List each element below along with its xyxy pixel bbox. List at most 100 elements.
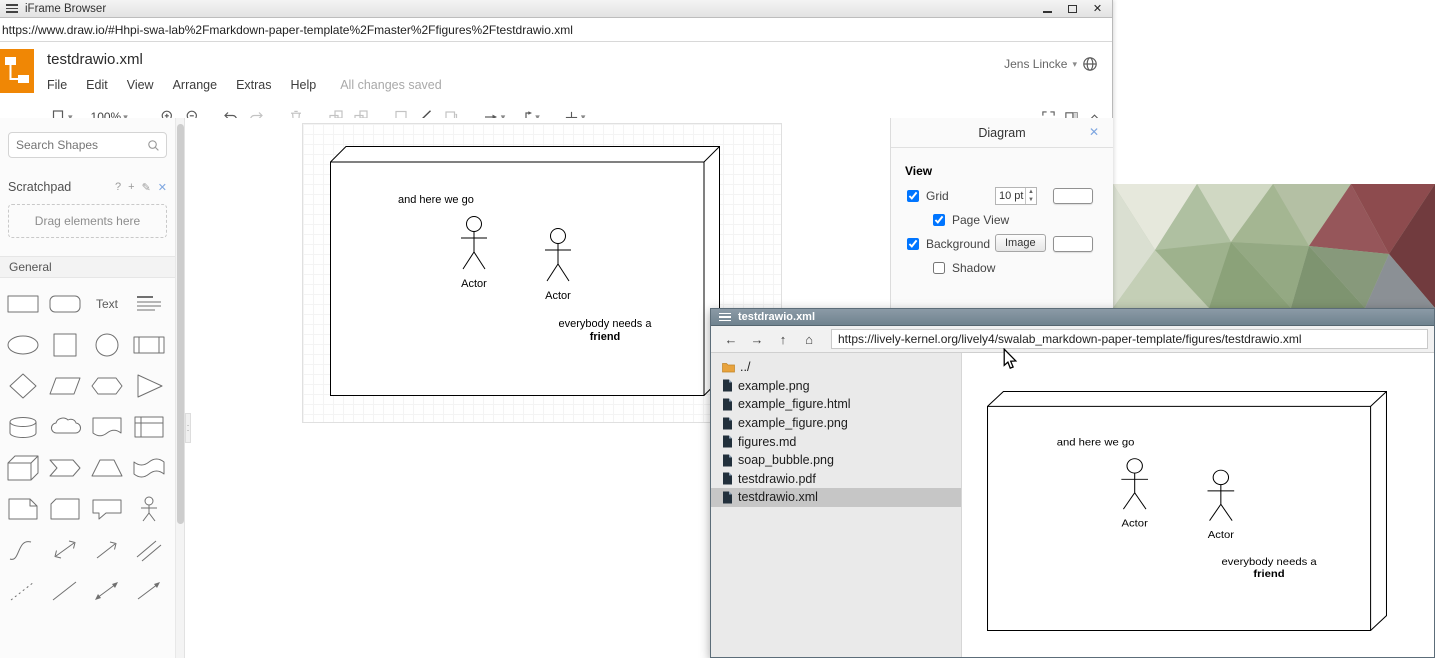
- shape-actor[interactable]: [128, 488, 170, 529]
- hamburger-menu-icon[interactable]: [6, 4, 18, 13]
- file-list-parent-dir[interactable]: ../: [711, 358, 961, 377]
- shape-parallelogram[interactable]: [44, 365, 86, 406]
- sidebar-scrollbar[interactable]: [176, 118, 185, 658]
- shape-internal-storage[interactable]: [128, 406, 170, 447]
- shape-trapezoid[interactable]: [86, 447, 128, 488]
- image-button[interactable]: Image: [995, 234, 1046, 252]
- shape-square[interactable]: [44, 324, 86, 365]
- file-address-input[interactable]: [831, 329, 1428, 349]
- file-list-item[interactable]: soap_bubble.png: [711, 451, 961, 470]
- cylinder-icon: [3, 410, 43, 444]
- shape-callout[interactable]: [86, 488, 128, 529]
- forward-button[interactable]: →: [745, 328, 769, 350]
- menu-help[interactable]: Help: [291, 78, 317, 92]
- menu-extras[interactable]: Extras: [236, 78, 271, 92]
- help-icon[interactable]: ?: [115, 181, 121, 194]
- grid-size-stepper[interactable]: 10 pt ▲ ▼: [995, 187, 1037, 205]
- section-general-label: General: [9, 260, 52, 274]
- scratchpad-dropzone[interactable]: Drag elements here: [8, 204, 167, 238]
- close-button[interactable]: ✕: [1085, 0, 1110, 18]
- shape-diamond[interactable]: [2, 365, 44, 406]
- shape-dashed-line[interactable]: [2, 570, 44, 611]
- minimize-button[interactable]: [1035, 0, 1060, 18]
- grid-color-swatch[interactable]: [1053, 188, 1093, 204]
- hamburger-menu-icon[interactable]: [719, 313, 731, 322]
- menu-arrange[interactable]: Arrange: [173, 78, 217, 92]
- back-button[interactable]: ←: [719, 328, 743, 350]
- tab-diagram[interactable]: Diagram: [978, 126, 1025, 140]
- shape-rounded-rectangle[interactable]: [44, 283, 86, 324]
- menu-file[interactable]: File: [47, 78, 67, 92]
- shape-tape[interactable]: [128, 447, 170, 488]
- shape-cloud[interactable]: [44, 406, 86, 447]
- grid-checkbox[interactable]: [907, 190, 919, 202]
- shape-hexagon[interactable]: [86, 365, 128, 406]
- actor-label[interactable]: Actor: [545, 290, 571, 302]
- spinner-down-icon[interactable]: ▼: [1026, 196, 1036, 204]
- sidebar-splitter[interactable]: ⁚: [185, 413, 191, 443]
- shapes-sidebar: Scratchpad ? + ✎ ✕ Drag elements here Ge…: [0, 118, 176, 658]
- file-list-item[interactable]: example.png: [711, 377, 961, 396]
- figure-caption-bottom-2[interactable]: friend: [590, 331, 621, 343]
- diagram-figure[interactable]: and here we go Actor: [330, 146, 720, 396]
- home-button[interactable]: ⌂: [797, 328, 821, 350]
- search-icon[interactable]: [147, 139, 160, 152]
- shape-ellipse[interactable]: [2, 324, 44, 365]
- shape-link[interactable]: [128, 529, 170, 570]
- user-menu[interactable]: Jens Lincke ▾: [1004, 56, 1098, 72]
- shape-bidirectional-connector[interactable]: [86, 570, 128, 611]
- file-list-item[interactable]: testdrawio.pdf: [711, 470, 961, 489]
- spinner-up-icon[interactable]: ▲: [1026, 188, 1036, 196]
- background-checkbox[interactable]: [907, 238, 919, 250]
- maximize-button[interactable]: [1060, 0, 1085, 18]
- cube-shape[interactable]: [331, 147, 720, 396]
- shape-circle[interactable]: [86, 324, 128, 365]
- file-list-item[interactable]: example_figure.html: [711, 395, 961, 414]
- close-icon[interactable]: ✕: [1089, 125, 1099, 139]
- page-view-checkbox[interactable]: [933, 214, 945, 226]
- shape-triangle[interactable]: [128, 365, 170, 406]
- minimize-icon: [1043, 11, 1052, 13]
- section-general[interactable]: General: [0, 256, 175, 278]
- shape-rectangle[interactable]: [2, 283, 44, 324]
- shadow-checkbox[interactable]: [933, 262, 945, 274]
- menu-view[interactable]: View: [127, 78, 154, 92]
- file-list-item[interactable]: figures.md: [711, 432, 961, 451]
- shape-directional-connector[interactable]: [128, 570, 170, 611]
- up-button[interactable]: ↑: [771, 328, 795, 350]
- close-icon[interactable]: ✕: [158, 181, 167, 194]
- window-titlebar[interactable]: iFrame Browser ✕: [0, 0, 1112, 18]
- globe-icon[interactable]: [1082, 56, 1098, 72]
- shape-note[interactable]: [2, 488, 44, 529]
- shape-cube[interactable]: [2, 447, 44, 488]
- browser-url-input[interactable]: [0, 18, 1112, 42]
- figure-caption-bottom-1[interactable]: everybody needs a: [559, 318, 653, 330]
- file-icon: [722, 491, 733, 504]
- shape-arrow[interactable]: [86, 529, 128, 570]
- figure-caption-top[interactable]: and here we go: [398, 194, 474, 206]
- file-list-item[interactable]: testdrawio.xml: [711, 488, 961, 507]
- shape-step[interactable]: [44, 447, 86, 488]
- menu-edit[interactable]: Edit: [86, 78, 108, 92]
- shape-bidirectional-arrow[interactable]: [44, 529, 86, 570]
- curve-icon: [3, 533, 43, 567]
- shape-document[interactable]: [86, 406, 128, 447]
- background-color-swatch[interactable]: [1053, 236, 1093, 252]
- search-input[interactable]: [9, 138, 147, 152]
- add-icon[interactable]: +: [128, 181, 134, 194]
- shape-text[interactable]: Text: [86, 283, 128, 324]
- scratchpad-header: Scratchpad ? + ✎ ✕: [8, 180, 167, 194]
- actor-label[interactable]: Actor: [461, 278, 487, 290]
- shape-curve[interactable]: [2, 529, 44, 570]
- shape-line[interactable]: [44, 570, 86, 611]
- shape-process[interactable]: [128, 324, 170, 365]
- file-list-item[interactable]: example_figure.png: [711, 414, 961, 433]
- file-window-titlebar[interactable]: testdrawio.xml: [711, 309, 1434, 326]
- drawio-figure[interactable]: and here we go Actor: [330, 146, 720, 396]
- shape-card[interactable]: [44, 488, 86, 529]
- shape-textbox[interactable]: [128, 283, 170, 324]
- user-name: Jens Lincke: [1004, 57, 1067, 71]
- edit-icon[interactable]: ✎: [142, 181, 151, 194]
- shape-cylinder[interactable]: [2, 406, 44, 447]
- scrollbar-thumb[interactable]: [177, 124, 184, 524]
